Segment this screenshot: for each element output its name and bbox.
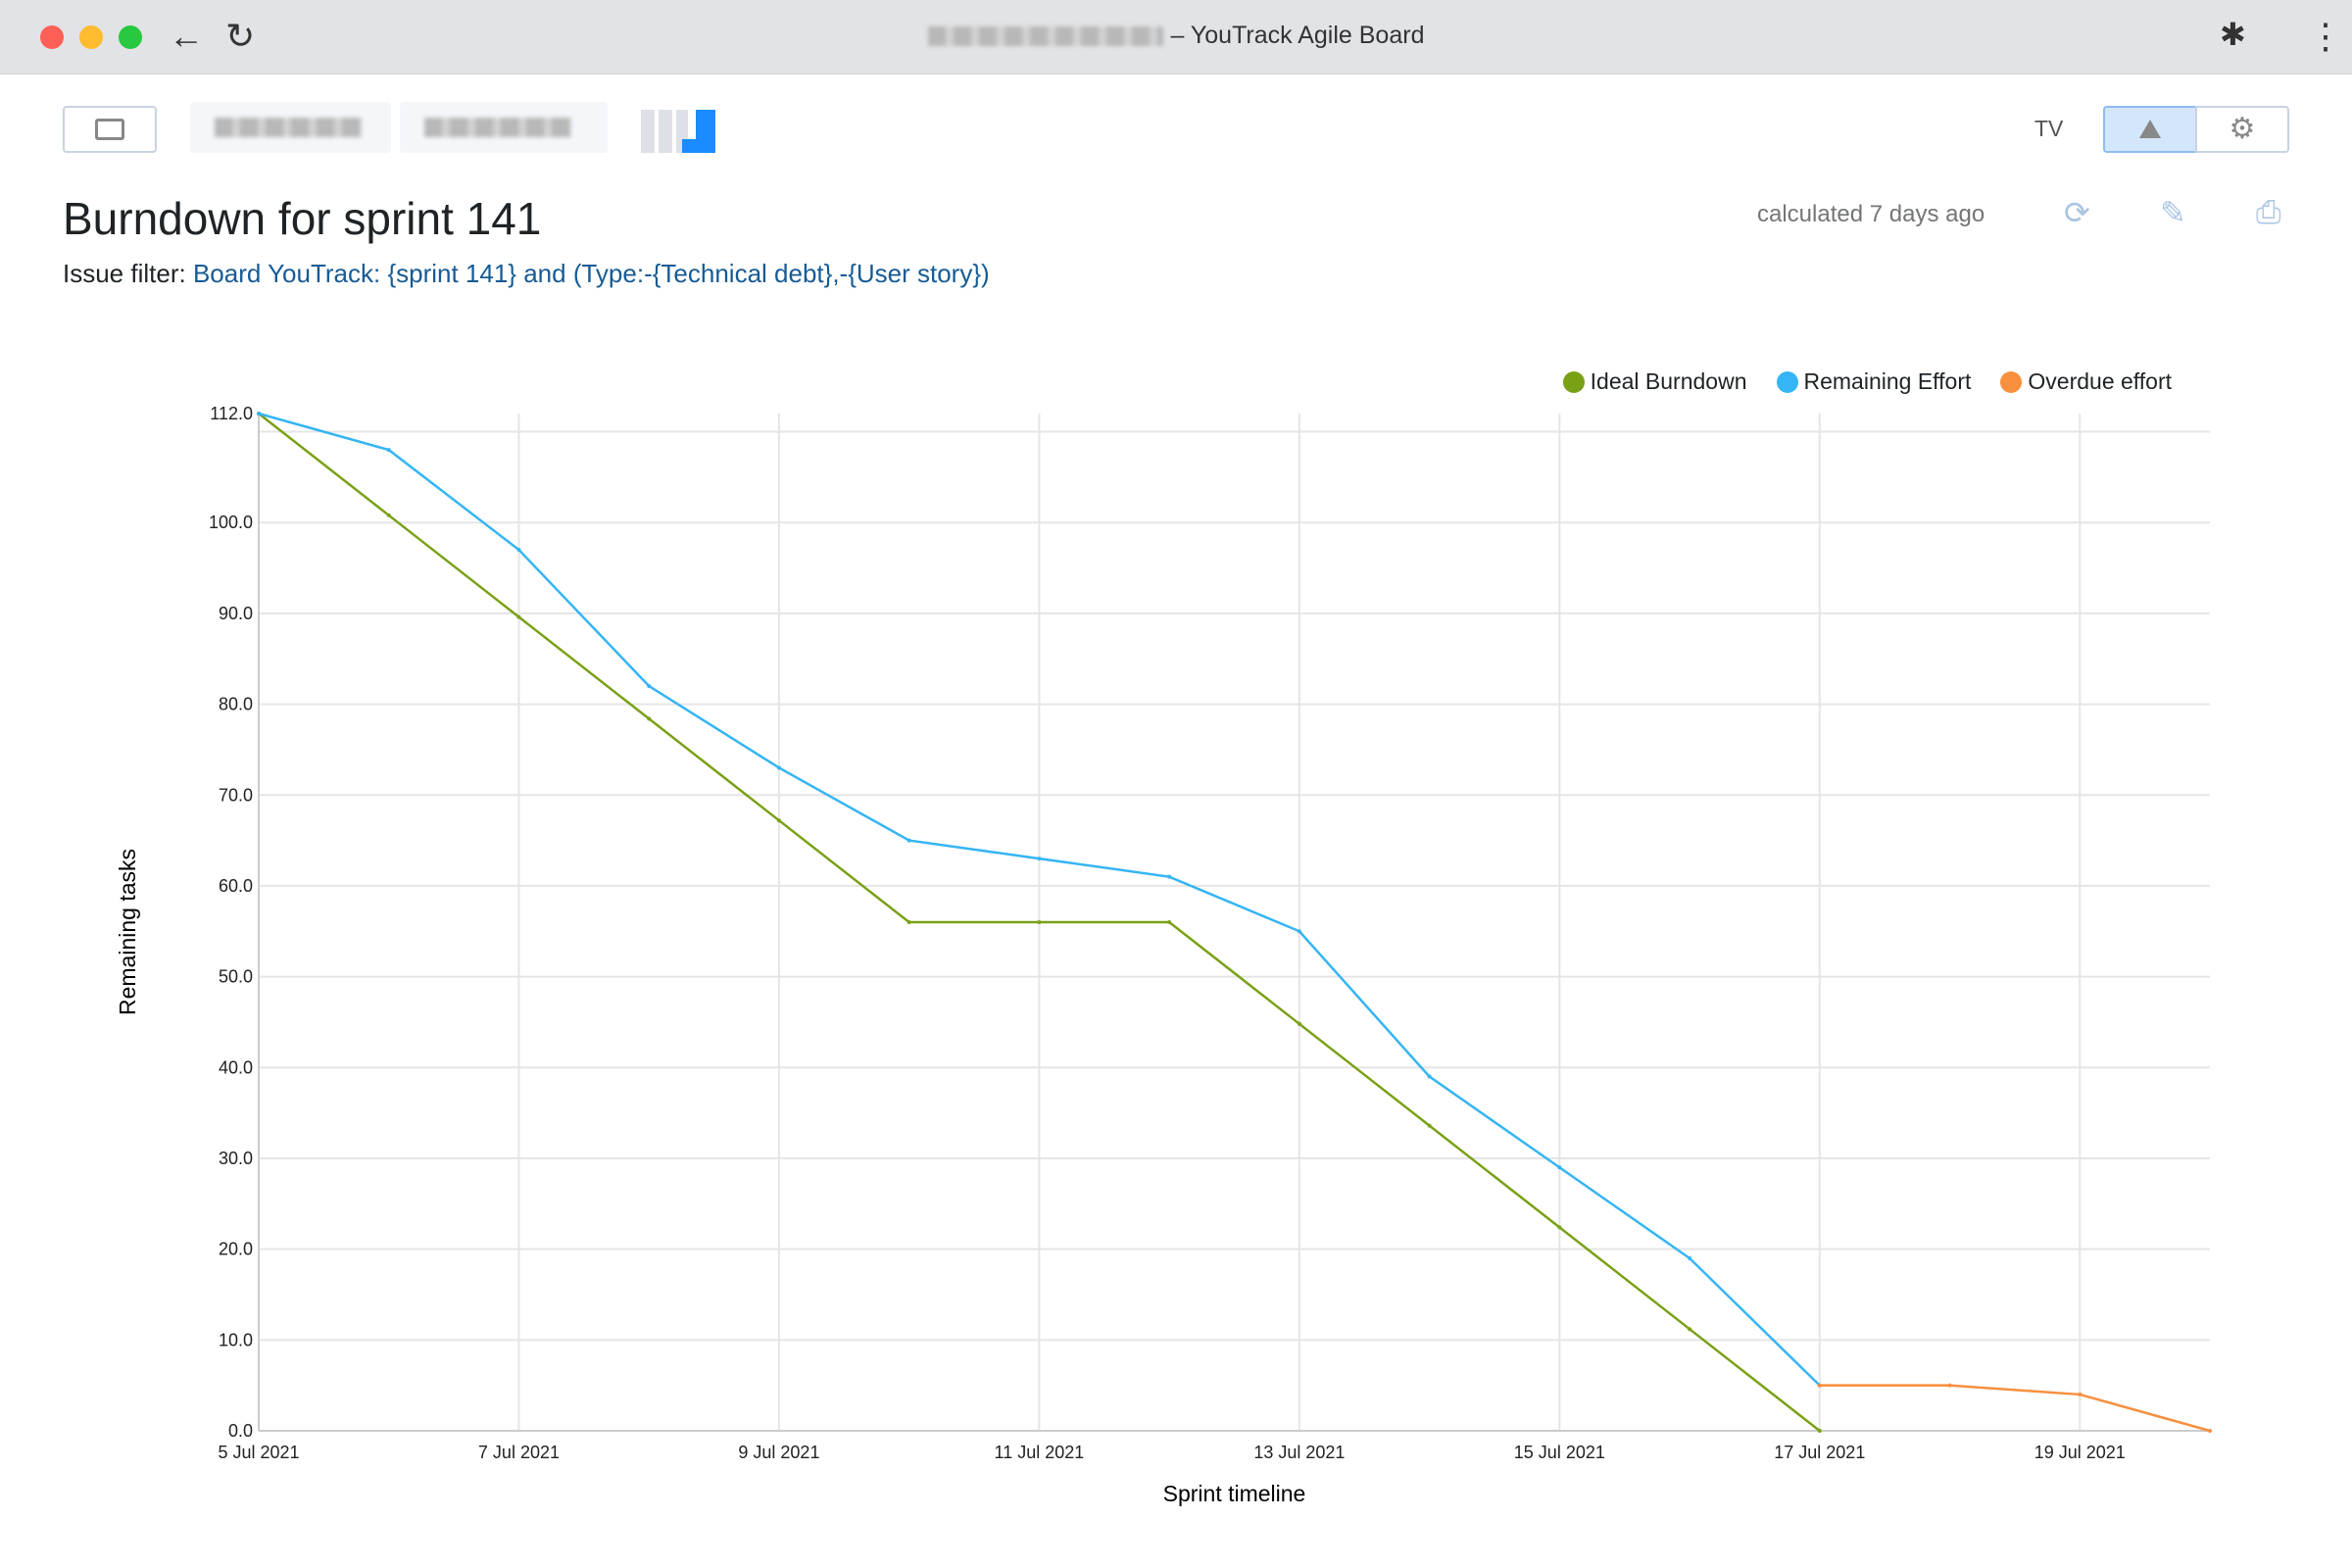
data-point	[1297, 929, 1301, 934]
y-tick-label: 10.0	[219, 1330, 253, 1349]
y-tick-label: 30.0	[219, 1149, 253, 1168]
x-tick-label: 5 Jul 2021	[218, 1443, 299, 1462]
y-tick-label: 112.0	[210, 404, 253, 423]
data-point	[1167, 920, 1172, 924]
data-point	[1947, 1383, 1952, 1388]
y-tick-label: 50.0	[219, 967, 253, 987]
data-point	[257, 412, 261, 416]
burndown-chart: 0.0 10.0 20.0 30.0 40.0 50.0 60.0 70.0 80.0 90.0 1…	[115, 404, 2212, 1506]
x-axis-title: Sprint timeline	[1163, 1481, 1306, 1506]
y-tick-label: 80.0	[219, 695, 253, 714]
y-tick-label: 60.0	[219, 876, 253, 896]
data-point	[1167, 874, 1172, 879]
data-point	[1297, 1021, 1301, 1026]
data-point	[386, 448, 391, 453]
x-tick-label: 15 Jul 2021	[1514, 1443, 1605, 1462]
series-line-overdue-effort	[1819, 1384, 2211, 1433]
data-point	[1688, 1255, 1692, 1260]
y-tick-label: 40.0	[219, 1057, 253, 1077]
data-point	[1817, 1383, 1822, 1388]
x-tick-label: 7 Jul 2021	[478, 1443, 560, 1462]
y-tick-label: 90.0	[219, 604, 253, 623]
y-axis-title: Remaining tasks	[115, 849, 140, 1015]
x-tick-label: 11 Jul 2021	[995, 1443, 1085, 1462]
x-tick-label: 19 Jul 2021	[2034, 1443, 2126, 1462]
data-point	[1427, 1074, 1432, 1079]
data-point	[386, 513, 391, 517]
data-point	[516, 548, 521, 553]
data-point	[647, 684, 652, 689]
y-tick-label: 0.0	[228, 1421, 253, 1441]
y-tick-label: 70.0	[219, 785, 253, 805]
data-point	[1427, 1123, 1432, 1128]
data-point	[776, 765, 781, 770]
x-tick-label: 17 Jul 2021	[1774, 1443, 1865, 1462]
data-point	[906, 838, 911, 843]
data-point	[1037, 920, 1042, 924]
y-tick-label: 100.0	[209, 513, 253, 532]
data-point	[516, 614, 521, 619]
data-point	[776, 818, 781, 823]
data-point	[2208, 1429, 2212, 1433]
data-point	[2078, 1392, 2082, 1396]
data-point	[647, 716, 652, 721]
data-point	[1037, 857, 1042, 861]
data-point	[1557, 1165, 1562, 1170]
data-point	[906, 920, 911, 924]
x-tick-label: 13 Jul 2021	[1253, 1443, 1345, 1462]
data-point	[1688, 1327, 1692, 1332]
x-tick-label: 9 Jul 2021	[738, 1443, 819, 1462]
data-point	[1557, 1225, 1562, 1230]
y-tick-label: 20.0	[219, 1240, 253, 1259]
data-point	[1817, 1429, 1822, 1433]
